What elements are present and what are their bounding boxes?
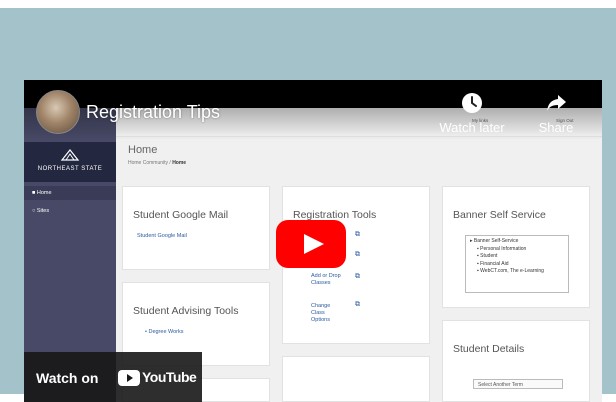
player-top-bar: Registration Tips Watch later Share	[24, 80, 602, 140]
play-button-icon[interactable]	[276, 220, 346, 268]
watch-on-youtube-button[interactable]: Watch on YouTube	[24, 352, 202, 402]
external-link-icon[interactable]: ⧉	[355, 301, 360, 309]
breadcrumb-current: Home	[172, 160, 187, 166]
sidebar-item-label: Home	[36, 190, 52, 196]
logo-text: NORTHEAST STATE	[37, 166, 103, 172]
portal-logo: NORTHEAST STATE	[24, 142, 116, 182]
embed-background: NORTHEAST STATE ■ Home ○ Sites My links …	[0, 8, 616, 402]
youtube-wordmark: YouTube	[142, 369, 197, 385]
external-link-icon[interactable]: ⧉	[355, 251, 360, 259]
degree-works-link[interactable]: • Degree Works	[145, 329, 184, 336]
term-select[interactable]: Select Another Term	[473, 379, 563, 389]
tree-item[interactable]: ▪ WebCT.com, The e-Learning	[470, 268, 564, 276]
clock-icon	[462, 93, 482, 113]
sidebar-item-label: Sites	[36, 208, 50, 214]
video-title[interactable]: Registration Tips	[86, 102, 220, 123]
tree-item[interactable]: ▪ Student	[470, 253, 564, 261]
panel-google-mail: Student Google Mail Student Google Mail	[122, 186, 270, 270]
tree-item[interactable]: ▪ Financial Aid	[470, 261, 564, 269]
share-icon	[547, 95, 566, 111]
sidebar-item-sites[interactable]: ○ Sites	[24, 204, 116, 218]
google-mail-link[interactable]: Student Google Mail	[137, 233, 187, 240]
youtube-logo-icon	[118, 370, 140, 386]
youtube-player[interactable]: NORTHEAST STATE ■ Home ○ Sites My links …	[24, 80, 602, 402]
panel-title: Banner Self Service	[453, 209, 546, 221]
banner-tree[interactable]: ▸ Banner Self-Service ▪ Personal Informa…	[465, 235, 569, 293]
share-label: Share	[538, 120, 574, 135]
share-button[interactable]: Share	[516, 92, 596, 135]
external-link-icon[interactable]: ⧉	[355, 273, 360, 281]
watch-later-label: Watch later	[439, 120, 505, 135]
sidebar-item-home[interactable]: ■ Home	[24, 186, 116, 200]
channel-avatar[interactable]	[36, 90, 80, 134]
panel-title: Student Google Mail	[133, 209, 229, 221]
logo-mark-icon	[60, 149, 80, 161]
add-drop-classes-link[interactable]: Add or Drop Classes	[311, 273, 345, 287]
youtube-logo: YouTube	[118, 367, 198, 389]
external-link-icon[interactable]: ⧉	[355, 231, 360, 239]
breadcrumb-parent[interactable]: Home Community	[128, 160, 168, 166]
panel-banner-self-service: Banner Self Service ▸ Banner Self-Servic…	[442, 186, 590, 308]
tree-item[interactable]: ▸ Banner Self-Service	[470, 238, 564, 246]
panel-title: Student Details	[453, 343, 525, 355]
panel-student-details: Student Details Select Another Term	[442, 320, 590, 402]
breadcrumb: Home Community / Home	[128, 160, 187, 166]
panel-partial	[282, 356, 430, 402]
page-title: Home	[128, 144, 158, 156]
tree-item[interactable]: ▪ Personal Information	[470, 246, 564, 254]
watch-on-label: Watch on	[36, 370, 99, 386]
watch-later-button[interactable]: Watch later	[432, 92, 512, 135]
change-class-options-link[interactable]: Change Class Options	[311, 303, 345, 324]
panel-title: Student Advising Tools	[133, 305, 239, 317]
